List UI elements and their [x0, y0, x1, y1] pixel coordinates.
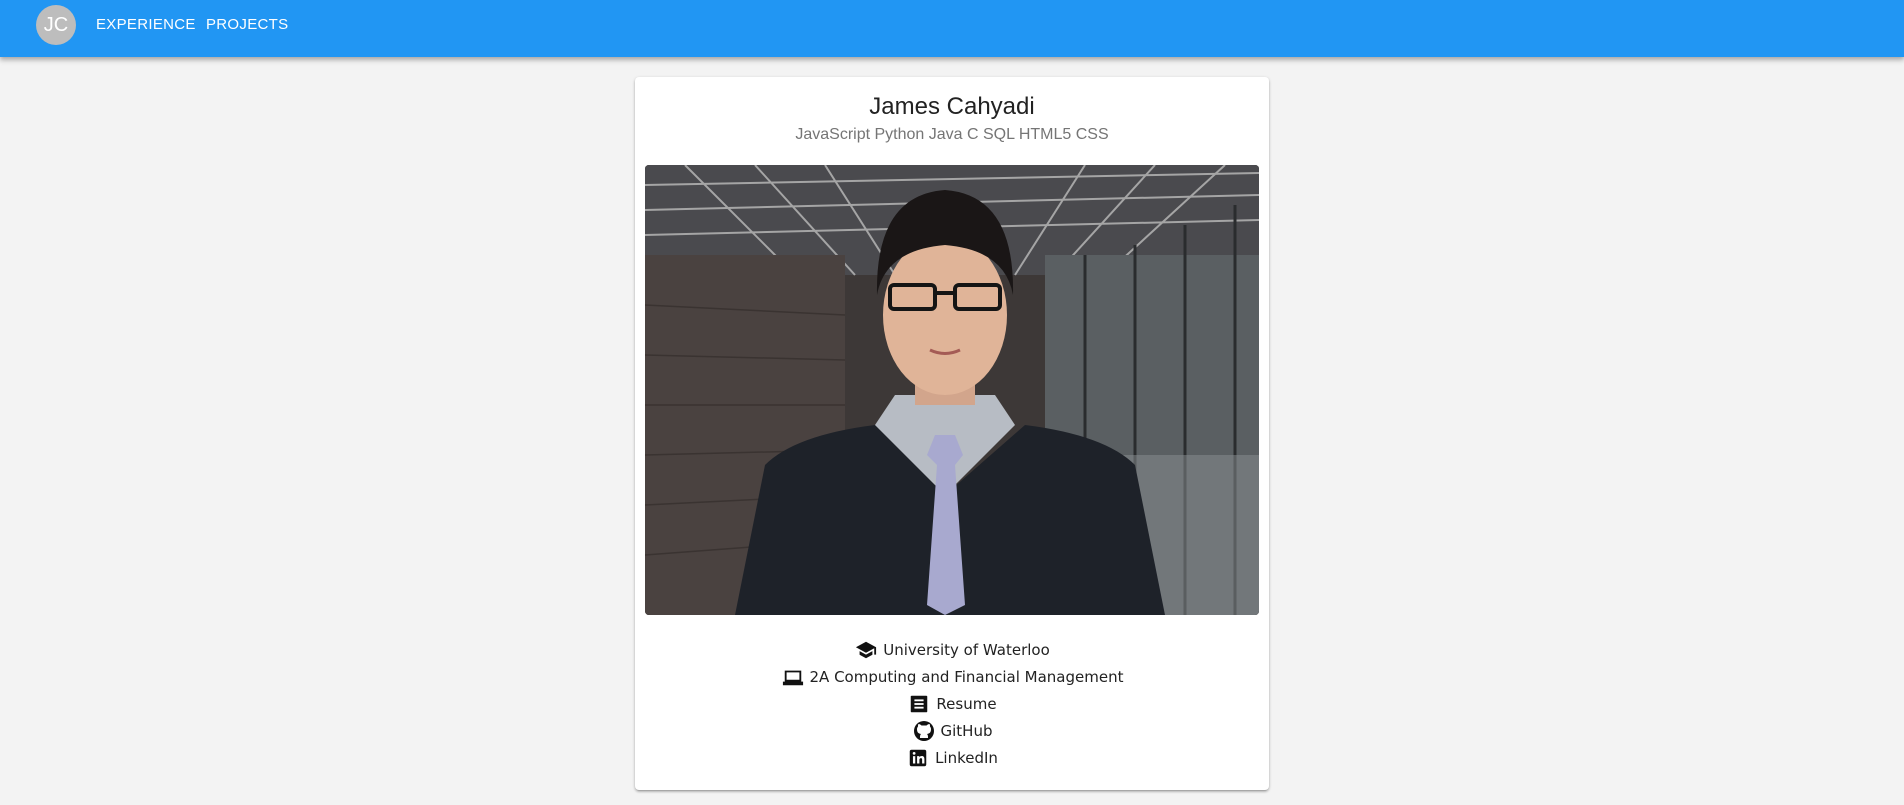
info-university-text: University of Waterloo [883, 640, 1050, 659]
profile-name: James Cahyadi [869, 93, 1035, 120]
info-program-text: 2A Computing and Financial Management [809, 667, 1124, 686]
info-github[interactable]: GitHub [635, 717, 1269, 744]
github-icon [912, 719, 936, 743]
profile-card: James Cahyadi JavaScript Python Java C S… [635, 77, 1269, 790]
nav-projects[interactable]: PROJECTS [206, 16, 288, 33]
avatar[interactable]: JC [36, 5, 76, 45]
document-icon [907, 692, 931, 716]
info-program: 2A Computing and Financial Management [635, 663, 1269, 690]
info-list: University of Waterloo 2A Computing and … [635, 636, 1269, 771]
profile-skills: JavaScript Python Java C SQL HTML5 CSS [795, 126, 1109, 143]
laptop-icon [781, 665, 805, 689]
linkedin-icon [906, 746, 930, 770]
resume-link[interactable]: Resume [936, 695, 996, 713]
github-link[interactable]: GitHub [941, 722, 993, 740]
profile-photo-image [645, 165, 1259, 615]
app-bar: JC EXPERIENCE PROJECTS [0, 0, 1904, 57]
graduation-cap-icon [854, 638, 878, 662]
info-resume[interactable]: Resume [635, 690, 1269, 717]
info-university: University of Waterloo [635, 636, 1269, 663]
nav-experience[interactable]: EXPERIENCE [96, 16, 196, 33]
profile-photo [645, 165, 1259, 615]
info-linkedin[interactable]: LinkedIn [635, 744, 1269, 771]
linkedin-link[interactable]: LinkedIn [935, 749, 998, 767]
